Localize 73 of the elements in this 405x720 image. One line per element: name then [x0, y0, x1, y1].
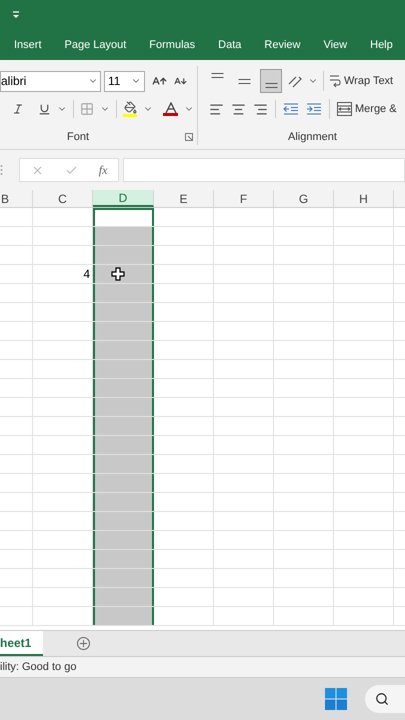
ribbon-tab[interactable]: Formulas [149, 36, 196, 54]
ribbon-tab[interactable]: View [323, 36, 348, 54]
align-top-icon [210, 73, 224, 78]
selected-cell[interactable] [93, 512, 154, 530]
underline-icon[interactable] [38, 102, 51, 116]
selected-cell[interactable] [93, 474, 154, 492]
selected-cell[interactable] [93, 417, 154, 435]
selected-cell[interactable] [93, 607, 154, 625]
selected-cell[interactable] [93, 550, 154, 568]
cursor-icon [111, 267, 125, 281]
dialog-launcher-icon[interactable] [185, 132, 193, 141]
group-label: Font [67, 130, 90, 144]
decrease-indent-icon[interactable] [283, 102, 299, 116]
column-header[interactable]: E [154, 190, 214, 207]
cell-value: 4 [83, 266, 90, 283]
font-color-icon[interactable] [163, 102, 178, 116]
selected-cell[interactable] [93, 322, 154, 340]
increase-indent-icon[interactable] [306, 102, 322, 116]
selected-cell[interactable] [93, 360, 154, 378]
selected-cell[interactable] [93, 265, 154, 283]
active-cell[interactable] [93, 208, 154, 226]
column-header[interactable]: F [214, 190, 274, 207]
cancel-icon[interactable] [30, 164, 44, 176]
orientation-icon[interactable] [287, 74, 303, 88]
taskbar-search[interactable] [365, 685, 405, 713]
font-size-field[interactable]: 11 [104, 70, 145, 92]
selected-cell[interactable] [93, 436, 154, 454]
ribbon-tab[interactable]: Page Layout [64, 36, 126, 54]
column-header[interactable]: H [334, 190, 394, 207]
merge-center-button[interactable]: Merge & [337, 100, 397, 118]
enter-icon[interactable] [64, 164, 78, 176]
selected-cell[interactable] [93, 455, 154, 473]
drag-handle-icon[interactable] [0, 164, 3, 176]
selected-cell[interactable] [93, 569, 154, 587]
column-header[interactable]: B [0, 190, 33, 207]
ribbon-tab[interactable]: Review [264, 36, 300, 54]
selected-cell[interactable] [93, 227, 154, 245]
search-icon [375, 692, 389, 706]
ribbon-tab[interactable]: Help [370, 36, 393, 54]
selected-cell[interactable] [93, 531, 154, 549]
selected-cell[interactable] [93, 246, 154, 264]
add-sheet-icon[interactable] [77, 637, 90, 650]
align-bottom-icon [264, 83, 278, 88]
italic-icon[interactable] [12, 103, 24, 115]
selected-cell[interactable] [93, 588, 154, 606]
ribbon-tab[interactable]: Data [218, 36, 242, 54]
insert-function-button[interactable]: fx [98, 161, 108, 179]
selected-cell[interactable] [93, 379, 154, 397]
sheet-tab[interactable]: heet1 [0, 631, 44, 656]
ribbon-tab[interactable]: Insert [14, 36, 42, 54]
group-label: Alignment [288, 130, 337, 144]
customize-toolbar-icon[interactable] [12, 10, 20, 20]
wrap-text-icon [329, 74, 341, 88]
formula-input[interactable] [123, 158, 405, 182]
wrap-text-button[interactable]: Wrap Text [329, 72, 394, 90]
selected-cell[interactable] [93, 493, 154, 511]
selected-cell[interactable] [93, 284, 154, 302]
column-header[interactable]: D [93, 190, 154, 207]
align-middle-icon [238, 78, 250, 84]
selected-cell[interactable] [93, 341, 154, 359]
borders-icon[interactable] [80, 102, 94, 116]
align-center-icon[interactable] [231, 102, 246, 116]
merge-cells-icon [337, 102, 352, 116]
align-right-icon[interactable] [253, 102, 268, 116]
align-left-icon[interactable] [209, 102, 224, 116]
fill-color-icon[interactable] [123, 101, 137, 117]
selected-cell[interactable] [93, 398, 154, 416]
vertical-align-button[interactable] [260, 69, 282, 93]
font-name-field[interactable]: alibri [0, 70, 101, 92]
accessibility-status: ility: Good to go [0, 660, 76, 675]
column-header[interactable]: G [274, 190, 334, 207]
start-icon[interactable] [325, 688, 347, 710]
selected-cell[interactable] [93, 303, 154, 321]
